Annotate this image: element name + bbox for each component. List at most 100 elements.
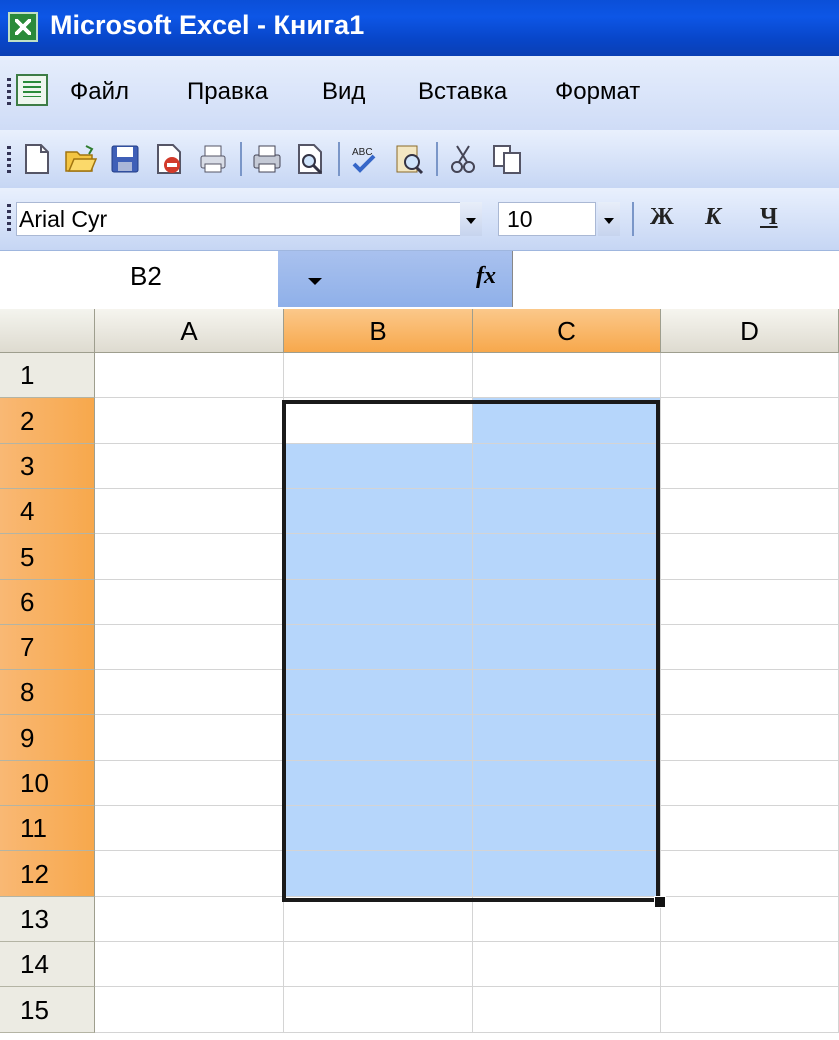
- row-header[interactable]: 13: [0, 897, 95, 942]
- cell-b8[interactable]: [284, 670, 473, 715]
- cell-a8[interactable]: [95, 670, 284, 715]
- row-header[interactable]: 11: [0, 806, 95, 851]
- cell-b12[interactable]: [284, 851, 473, 897]
- column-header-b[interactable]: B: [284, 309, 473, 353]
- print-icon[interactable]: [250, 142, 284, 176]
- menu-insert[interactable]: Вставка: [418, 78, 507, 106]
- cell-c2[interactable]: [473, 398, 661, 444]
- name-box-dropdown-icon[interactable]: [278, 251, 468, 307]
- cell-c15[interactable]: [473, 987, 661, 1033]
- font-size-select[interactable]: 10: [498, 202, 596, 236]
- column-header-c[interactable]: C: [473, 309, 661, 353]
- cell-b15[interactable]: [284, 987, 473, 1033]
- cell-b11[interactable]: [284, 806, 473, 851]
- cell-b7[interactable]: [284, 625, 473, 670]
- column-header-a[interactable]: A: [95, 309, 284, 353]
- new-document-icon[interactable]: [20, 142, 54, 176]
- toolbar-grip[interactable]: [7, 204, 11, 232]
- menu-file[interactable]: Файл: [70, 78, 129, 106]
- copy-icon[interactable]: [490, 142, 524, 176]
- fill-handle[interactable]: [654, 896, 666, 908]
- cell-c10[interactable]: [473, 761, 661, 806]
- cell-c9[interactable]: [473, 715, 661, 761]
- row-header[interactable]: 1: [0, 353, 95, 398]
- open-folder-icon[interactable]: [64, 142, 98, 176]
- cell-c1[interactable]: [473, 353, 661, 398]
- bold-button[interactable]: Ж: [650, 204, 674, 231]
- cell-d8[interactable]: [661, 670, 839, 715]
- cell-a9[interactable]: [95, 715, 284, 761]
- cell-c5[interactable]: [473, 534, 661, 580]
- cell-a3[interactable]: [95, 444, 284, 489]
- cell-d15[interactable]: [661, 987, 839, 1033]
- cell-a6[interactable]: [95, 580, 284, 625]
- cell-d13[interactable]: [661, 897, 839, 942]
- cell-c14[interactable]: [473, 942, 661, 987]
- menu-format[interactable]: Формат: [555, 78, 640, 106]
- cell-b1[interactable]: [284, 353, 473, 398]
- cell-d10[interactable]: [661, 761, 839, 806]
- cell-a2[interactable]: [95, 398, 284, 444]
- cell-a12[interactable]: [95, 851, 284, 897]
- cell-b3[interactable]: [284, 444, 473, 489]
- name-box[interactable]: B2: [0, 251, 278, 307]
- cell-b9[interactable]: [284, 715, 473, 761]
- cell-b6[interactable]: [284, 580, 473, 625]
- cell-c13[interactable]: [473, 897, 661, 942]
- spelling-icon[interactable]: ABC: [348, 142, 382, 176]
- cell-a11[interactable]: [95, 806, 284, 851]
- cell-a1[interactable]: [95, 353, 284, 398]
- menu-view[interactable]: Вид: [322, 78, 365, 106]
- cell-d12[interactable]: [661, 851, 839, 897]
- toolbar-grip[interactable]: [7, 146, 11, 174]
- font-name-dropdown-icon[interactable]: [460, 202, 482, 236]
- cell-c4[interactable]: [473, 489, 661, 534]
- cut-icon[interactable]: [446, 142, 480, 176]
- cell-d2[interactable]: [661, 398, 839, 444]
- cell-a14[interactable]: [95, 942, 284, 987]
- permission-icon[interactable]: [152, 142, 186, 176]
- cell-d1[interactable]: [661, 353, 839, 398]
- save-icon[interactable]: [108, 142, 142, 176]
- cell-d5[interactable]: [661, 534, 839, 580]
- row-header[interactable]: 7: [0, 625, 95, 670]
- cell-d3[interactable]: [661, 444, 839, 489]
- print-preview-icon[interactable]: [294, 142, 328, 176]
- row-header[interactable]: 5: [0, 534, 95, 580]
- formula-input[interactable]: [512, 251, 839, 307]
- underline-button[interactable]: Ч: [760, 204, 778, 231]
- row-header[interactable]: 4: [0, 489, 95, 534]
- cell-b10[interactable]: [284, 761, 473, 806]
- cell-a10[interactable]: [95, 761, 284, 806]
- italic-button[interactable]: К: [705, 204, 721, 231]
- toolbar-grip[interactable]: [7, 78, 11, 106]
- cell-d11[interactable]: [661, 806, 839, 851]
- cell-c7[interactable]: [473, 625, 661, 670]
- cell-b5[interactable]: [284, 534, 473, 580]
- cell-c8[interactable]: [473, 670, 661, 715]
- insert-function-button[interactable]: fx: [468, 251, 512, 307]
- menu-edit[interactable]: Правка: [187, 78, 268, 106]
- row-header[interactable]: 12: [0, 851, 95, 897]
- worksheet-grid[interactable]: A B C D 1 2 3 4 5 6 7 8 9 10 11 12 13 14 15: [0, 309, 839, 1040]
- select-all-corner[interactable]: [0, 309, 95, 353]
- cell-c6[interactable]: [473, 580, 661, 625]
- row-header[interactable]: 9: [0, 715, 95, 761]
- row-header[interactable]: 15: [0, 987, 95, 1033]
- cell-a15[interactable]: [95, 987, 284, 1033]
- research-icon[interactable]: [392, 142, 426, 176]
- cell-d7[interactable]: [661, 625, 839, 670]
- row-header[interactable]: 6: [0, 580, 95, 625]
- cell-d14[interactable]: [661, 942, 839, 987]
- row-header[interactable]: 3: [0, 444, 95, 489]
- row-header[interactable]: 10: [0, 761, 95, 806]
- cell-d4[interactable]: [661, 489, 839, 534]
- row-header[interactable]: 14: [0, 942, 95, 987]
- cell-d9[interactable]: [661, 715, 839, 761]
- row-header[interactable]: 2: [0, 398, 95, 444]
- cell-b13[interactable]: [284, 897, 473, 942]
- cell-a5[interactable]: [95, 534, 284, 580]
- cell-a13[interactable]: [95, 897, 284, 942]
- cell-b4[interactable]: [284, 489, 473, 534]
- workbook-icon[interactable]: [16, 74, 48, 106]
